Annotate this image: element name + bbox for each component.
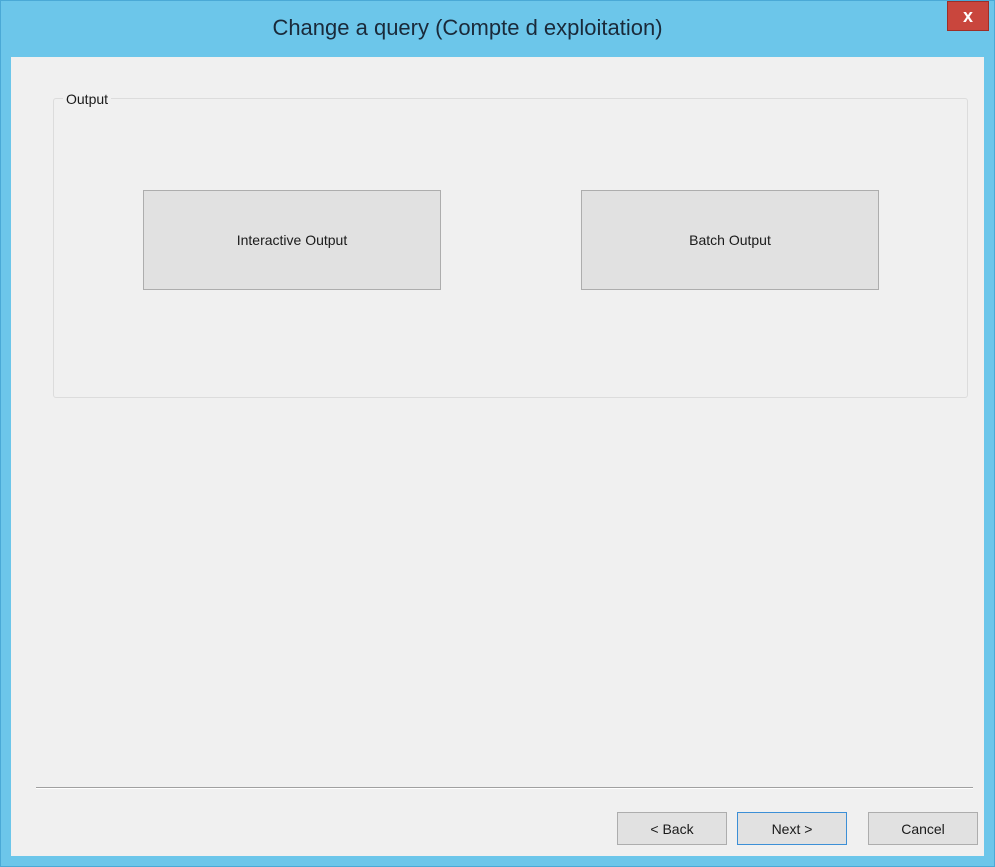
next-button[interactable]: Next > (737, 812, 847, 845)
back-button[interactable]: < Back (617, 812, 727, 845)
interactive-output-button[interactable]: Interactive Output (143, 190, 441, 290)
dialog-window: Change a query (Compte d exploitation) x… (0, 0, 995, 867)
interactive-output-label: Interactive Output (236, 232, 348, 248)
window-title: Change a query (Compte d exploitation) (272, 15, 663, 40)
next-button-label: Next > (771, 820, 813, 837)
footer-separator (36, 787, 973, 789)
dialog-client-area: Output Interactive Output Batch Output <… (11, 57, 984, 856)
cancel-button[interactable]: Cancel (868, 812, 978, 845)
close-icon: x (962, 6, 973, 26)
title-bar[interactable]: Change a query (Compte d exploitation) x (1, 1, 994, 57)
cancel-button-label: Cancel (901, 820, 945, 837)
batch-output-button[interactable]: Batch Output (581, 190, 879, 290)
batch-output-label: Batch Output (689, 232, 771, 248)
close-button[interactable]: x (947, 1, 989, 31)
back-button-label: < Back (650, 820, 694, 837)
output-group-label: Output (63, 91, 112, 107)
